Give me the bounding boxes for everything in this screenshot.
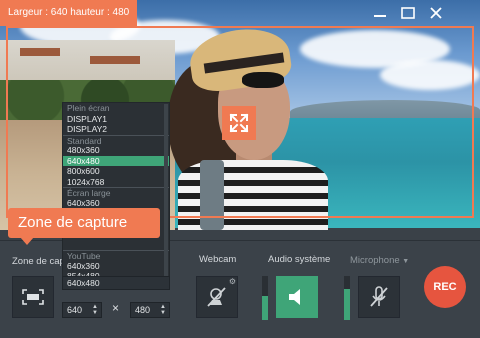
move-arrows-icon bbox=[229, 113, 249, 133]
capture-size-label: Largeur : 640 hauteur : 480 bbox=[0, 0, 138, 26]
dropdown-item[interactable]: 1024x768 bbox=[63, 177, 169, 188]
dropdown-group-label: YouTube bbox=[63, 250, 169, 261]
dropdown-group-label: Plein écran bbox=[67, 103, 110, 113]
microphone-level-meter bbox=[344, 276, 350, 320]
height-spinner-icon[interactable]: ▲ ▼ bbox=[160, 304, 166, 316]
tooltip-tail bbox=[20, 237, 34, 245]
dropdown-item[interactable] bbox=[63, 240, 169, 251]
height-input[interactable]: 480 ▲ ▼ bbox=[130, 302, 170, 318]
dropdown-item[interactable]: 640x360 bbox=[63, 261, 169, 272]
close-icon[interactable] bbox=[426, 6, 446, 22]
capture-area-button[interactable] bbox=[12, 276, 54, 318]
fullscreen-icon[interactable] bbox=[398, 6, 418, 22]
dropdown-scrollbar[interactable] bbox=[164, 104, 168, 284]
webcam-settings-icon[interactable]: ⚙ bbox=[229, 277, 236, 286]
webcam-off-icon bbox=[207, 287, 226, 307]
width-spinner-icon[interactable]: ▲ ▼ bbox=[92, 304, 98, 316]
capture-area-tooltip: Zone de capture bbox=[8, 208, 160, 238]
times-sign: × bbox=[112, 301, 120, 315]
microphone-level-fill bbox=[344, 289, 350, 320]
capture-area-icon bbox=[22, 289, 44, 305]
dropdown-item[interactable]: DISPLAY2 bbox=[63, 124, 169, 135]
microphone-label-text: Microphone bbox=[350, 255, 400, 266]
system-audio-level-meter bbox=[262, 276, 268, 320]
minimize-icon[interactable] bbox=[370, 6, 390, 22]
record-button[interactable]: REC bbox=[424, 266, 466, 308]
system-audio-label: Audio système bbox=[268, 254, 331, 265]
width-input[interactable]: 640 ▲ ▼ bbox=[62, 302, 102, 318]
dropdown-item[interactable]: 800x600 bbox=[63, 166, 169, 177]
dropdown-item[interactable]: 640x480 bbox=[63, 155, 169, 166]
chevron-down-icon: ▼ bbox=[402, 258, 410, 265]
webcam-toggle[interactable]: ⚙ bbox=[196, 276, 238, 318]
window-controls bbox=[370, 6, 446, 22]
webcam-label: Webcam bbox=[199, 254, 237, 265]
dropdown-group-label: Standard bbox=[63, 134, 169, 146]
height-value: 480 bbox=[135, 305, 151, 315]
dropdown-group-label: Écran large bbox=[63, 187, 169, 198]
capture-area-label: Zone de cap bbox=[12, 256, 65, 267]
move-icon[interactable] bbox=[222, 106, 256, 140]
dropdown-list: Plein écran DISPLAY1 DISPLAY2 Standard 480x3… bbox=[63, 103, 169, 282]
dropdown-item[interactable]: DISPLAY1 bbox=[63, 114, 169, 125]
dropdown-item[interactable]: 480x360 bbox=[63, 145, 169, 156]
speaker-icon bbox=[289, 289, 300, 305]
microphone-toggle[interactable] bbox=[358, 276, 400, 318]
system-audio-toggle[interactable] bbox=[276, 276, 318, 318]
microphone-off-icon bbox=[370, 286, 388, 307]
dropdown-selected-value[interactable]: 640x480 bbox=[62, 276, 170, 290]
dropdown-item[interactable]: 640x360 bbox=[63, 198, 169, 209]
microphone-label[interactable]: Microphone ▼ bbox=[350, 255, 409, 266]
capture-size-dropdown[interactable]: Plein écran DISPLAY1 DISPLAY2 Standard 480x3… bbox=[62, 102, 170, 290]
width-value: 640 bbox=[67, 305, 83, 315]
system-audio-level-fill bbox=[262, 295, 268, 320]
